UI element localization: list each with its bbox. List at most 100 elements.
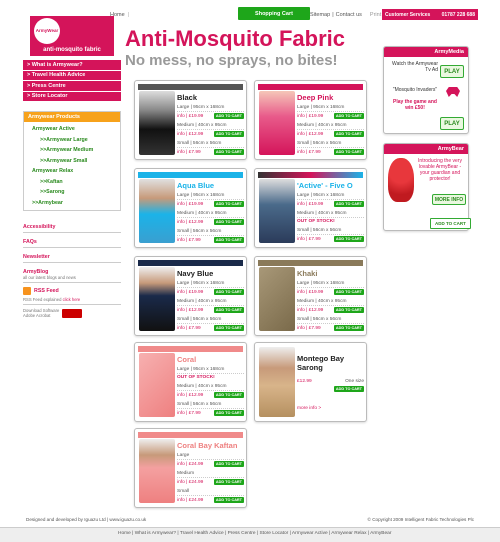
price-info[interactable]: info | £7.99 [177, 411, 201, 416]
price-info[interactable]: info | £7.99 [177, 150, 201, 155]
armybear-add-to-cart-button[interactable]: ADD TO CART [430, 218, 471, 229]
menu-armywear-active[interactable]: Armywear Active [32, 124, 120, 135]
play-game-button[interactable]: PLAY [440, 117, 464, 130]
price-info[interactable]: info | £12.99 [177, 132, 203, 137]
add-to-cart-button[interactable]: ADD TO CART [213, 201, 244, 207]
price-info[interactable]: info | £24.99 [177, 462, 203, 467]
armybear-more-info-button[interactable]: MORE INFO [432, 194, 466, 205]
add-to-cart-button[interactable]: ADD TO CART [333, 149, 364, 155]
product-card: 'Active' - Five O Large | 95cm x 168cm in… [254, 168, 367, 248]
price-info[interactable]: info | £19.99 [177, 114, 203, 119]
add-to-cart-button[interactable]: ADD TO CART [333, 236, 364, 242]
contact-link[interactable]: Contact us [336, 12, 362, 18]
product-image[interactable] [259, 179, 295, 243]
price-info[interactable]: info | £12.99 [177, 220, 203, 225]
add-to-cart-button[interactable]: ADD TO CART [213, 392, 244, 398]
rss-click-here-link[interactable]: click here [63, 297, 81, 302]
shopping-cart-button[interactable]: Shopping Cart [238, 7, 310, 20]
product-image[interactable] [259, 91, 295, 155]
add-to-cart-button[interactable]: ADD TO CART [213, 289, 244, 295]
add-to-cart-button[interactable]: ADD TO CART [213, 325, 244, 331]
add-to-cart-button[interactable]: ADD TO CART [213, 497, 244, 503]
product-name[interactable]: Aqua Blue [177, 181, 214, 190]
price-info[interactable]: info | £7.99 [177, 238, 201, 243]
product-card: Coral Bay Kaftan Large info | £24.99 ADD T… [134, 428, 247, 508]
add-to-cart-button[interactable]: ADD TO CART [213, 113, 244, 119]
add-to-cart-button[interactable]: ADD TO CART [213, 237, 244, 243]
play-tv-ad-button[interactable]: PLAY [440, 65, 464, 78]
menu-sarong[interactable]: >>Sarong [32, 187, 120, 198]
menu-armywear-relax[interactable]: Armywear Relax [32, 166, 120, 177]
nav-press-centre[interactable]: > Press Centre [23, 81, 121, 92]
product-image[interactable] [139, 267, 175, 331]
price-info[interactable]: info | £12.99 [177, 393, 203, 398]
price-info[interactable]: info | £24.99 [177, 498, 203, 503]
price-info[interactable]: info | £24.99 [177, 480, 203, 485]
product-name[interactable]: Coral Bay Kaftan [177, 441, 237, 450]
price-info[interactable]: info | £19.99 [297, 202, 323, 207]
product-name[interactable]: Coral [177, 355, 196, 364]
price-info[interactable]: info | £7.99 [297, 326, 321, 331]
menu-kaftan[interactable]: >>Kaftan [32, 177, 120, 188]
footer-links[interactable]: Home | What is Armywear? | Travel Health… [118, 531, 391, 536]
add-to-cart-button[interactable]: ADD TO CART [213, 410, 244, 416]
add-to-cart-button[interactable]: ADD TO CART [333, 325, 364, 331]
nav-what-is-armywear[interactable]: > What is Armywear? [23, 60, 121, 71]
product-name[interactable]: Khaki [297, 269, 317, 278]
armyblog-link[interactable]: ArmyBlog [23, 263, 121, 275]
add-to-cart-button[interactable]: ADD TO CART [333, 386, 364, 392]
product-name[interactable]: Black [177, 93, 197, 102]
product-image[interactable] [139, 91, 175, 155]
price-info[interactable]: info | £19.99 [177, 202, 203, 207]
product-name[interactable]: 'Active' - Five O [297, 181, 353, 190]
product-image[interactable] [139, 179, 175, 243]
product-image[interactable] [259, 347, 295, 417]
add-to-cart-button[interactable]: ADD TO CART [213, 479, 244, 485]
add-to-cart-button[interactable]: ADD TO CART [213, 461, 244, 467]
add-to-cart-button[interactable]: ADD TO CART [333, 201, 364, 207]
product-name[interactable]: Montego Bay Sarong [297, 354, 363, 372]
add-to-cart-button[interactable]: ADD TO CART [213, 307, 244, 313]
price-info[interactable]: info | £7.99 [297, 237, 321, 242]
add-to-cart-button[interactable]: ADD TO CART [333, 307, 364, 313]
site-logo[interactable]: ArmyWear anti-mosquito fabric [30, 16, 114, 56]
price-info[interactable]: info | £12.99 [297, 132, 323, 137]
product-name[interactable]: Navy Blue [177, 269, 213, 278]
price-info[interactable]: info | £19.99 [297, 290, 323, 295]
sitemap-link[interactable]: Sitemap [310, 12, 330, 18]
size-label: Small | 56cm x 56cm [297, 317, 364, 324]
add-to-cart-button[interactable]: ADD TO CART [333, 131, 364, 137]
add-to-cart-button[interactable]: ADD TO CART [213, 131, 244, 137]
nav-store-locator[interactable]: > Store Locator [23, 91, 121, 102]
faqs-link[interactable]: FAQs [23, 233, 121, 248]
add-to-cart-button[interactable]: ADD TO CART [213, 149, 244, 155]
add-to-cart-button[interactable]: ADD TO CART [213, 219, 244, 225]
price-info[interactable]: info | £12.99 [297, 308, 323, 313]
print-link[interactable]: Print [370, 12, 381, 18]
product-name[interactable]: Deep Pink [297, 93, 333, 102]
armybear-image[interactable] [388, 158, 414, 202]
newsletter-link[interactable]: Newsletter [23, 248, 121, 263]
price-info[interactable]: info | £19.99 [297, 114, 323, 119]
accessibility-link[interactable]: Accessibility [23, 222, 121, 233]
rss-explained-text: RSS Feed explained [23, 297, 63, 302]
product-image[interactable] [139, 439, 175, 503]
price-info[interactable]: info | £19.99 [177, 290, 203, 295]
add-to-cart-button[interactable]: ADD TO CART [333, 289, 364, 295]
product-image[interactable] [259, 267, 295, 331]
menu-armywear-small[interactable]: >>Armywear Small [32, 156, 120, 167]
menu-armywear-medium[interactable]: >>Armywear Medium [32, 145, 120, 156]
menu-armywear-large[interactable]: >>Armywear Large [32, 135, 120, 146]
product-image[interactable] [139, 353, 175, 417]
price-info[interactable]: info | £12.99 [177, 308, 203, 313]
price-info[interactable]: info | £7.99 [297, 150, 321, 155]
more-info-link[interactable]: more info > [297, 406, 364, 411]
menu-armybear[interactable]: >>Armybear [32, 198, 120, 209]
nav-travel-health[interactable]: > Travel Health Advice [23, 70, 121, 81]
price-info[interactable]: info | £7.99 [177, 326, 201, 331]
adobe-reader-icon[interactable] [62, 308, 83, 318]
add-to-cart-button[interactable]: ADD TO CART [333, 113, 364, 119]
footer-credit[interactable]: Designed and developed by Iguazu Ltd | w… [26, 517, 146, 522]
rss-feed-link[interactable]: RSS Feed [34, 288, 59, 294]
armymedia-game-text: Play the game and win £50! [393, 99, 437, 111]
